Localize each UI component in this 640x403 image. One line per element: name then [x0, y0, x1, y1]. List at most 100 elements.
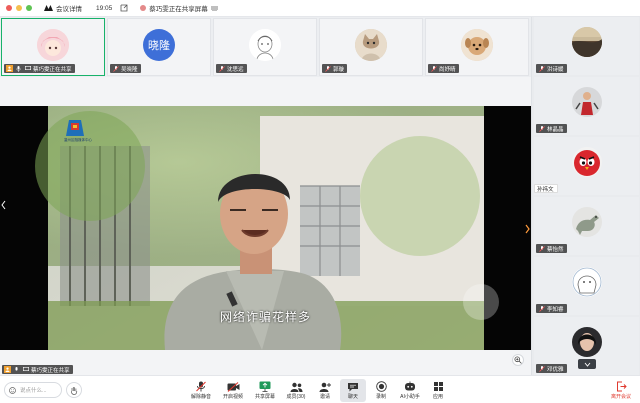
mic-muted-icon	[324, 65, 331, 72]
participant-name-bar: 洪诗媛	[536, 64, 567, 73]
raise-hand-button[interactable]	[66, 382, 82, 398]
meeting-details-label: 会议详情	[56, 6, 82, 13]
invite-button[interactable]: 邀请	[312, 379, 338, 402]
share-screen-button[interactable]: 共享屏幕	[252, 379, 278, 402]
sketch-avatar	[249, 29, 281, 61]
start-video-button[interactable]: 开启视频	[220, 379, 246, 402]
emoji-icon	[9, 386, 16, 394]
minimize-window-button[interactable]	[16, 5, 22, 11]
signal-icon	[210, 6, 218, 11]
participant-tile[interactable]: 尚妤晴	[425, 18, 529, 76]
participant-name-bar: 林晶晶	[536, 124, 567, 133]
apps-button[interactable]: 应用	[425, 379, 451, 402]
cat-avatar	[355, 29, 387, 61]
meeting-toolbar: 说点什么... 解除静音 开启视频 共享屏幕 成员(30) 邀请 聊天 录制 A…	[0, 375, 640, 403]
camera-off-icon	[227, 381, 239, 392]
landscape-avatar	[571, 27, 602, 57]
shared-video[interactable]: 襄州区融媒体中心 网络诈骗花样多	[0, 106, 531, 350]
participant-tile[interactable]: 林晶晶	[534, 77, 639, 135]
host-icon	[6, 65, 13, 72]
collapse-left-arrow[interactable]	[0, 199, 7, 211]
record-button[interactable]: 录制	[368, 379, 394, 402]
dog-avatar	[461, 29, 493, 61]
title-bar: 会议详情 19:05 蔡巧雯正在共享屏幕	[0, 0, 640, 17]
sharer-name: 蔡巧雯正在共享	[31, 367, 70, 374]
share-screen-icon	[259, 381, 271, 392]
participant-tile[interactable]: 李知睿	[534, 257, 639, 315]
participant-name: 林晶晶	[547, 126, 564, 133]
participant-name: 洪诗媛	[547, 66, 564, 73]
figure-avatar	[571, 87, 602, 117]
participant-name-bar: 邓优雅	[536, 364, 567, 373]
tool-label: 聊天	[347, 393, 358, 400]
zoom-in-icon	[514, 356, 522, 364]
members-button[interactable]: 成员(30)	[283, 379, 309, 402]
mic-muted-icon	[538, 365, 545, 372]
participant-panel: ··· 洪诗媛 林晶晶 孙祎文 蔡怡然	[531, 17, 640, 375]
participant-name: 孙祎文	[537, 186, 554, 193]
mic-muted-icon	[538, 245, 545, 252]
ai-assistant-icon	[405, 381, 415, 391]
participant-name-bar: 蔡怡然	[536, 244, 567, 253]
red-bird-avatar	[571, 147, 602, 177]
sharing-indicator[interactable]: 蔡巧雯正在共享屏幕	[140, 3, 218, 13]
zoom-button[interactable]	[512, 354, 524, 366]
host-icon	[4, 366, 11, 373]
external-window-icon[interactable]	[120, 4, 128, 12]
expand-right-arrow[interactable]	[524, 223, 531, 235]
participant-tile[interactable]: 沈思远	[213, 18, 317, 76]
participant-name-bar: 沈思远	[216, 64, 247, 73]
record-icon	[375, 381, 387, 392]
chat-placeholder: 说点什么...	[20, 388, 47, 394]
participant-name: 尚妤晴	[439, 66, 456, 73]
chat-icon	[348, 382, 358, 391]
meeting-time: 19:05	[96, 4, 113, 12]
participant-name-bar: 李知睿	[536, 304, 567, 313]
participant-tile[interactable]: 洪诗媛	[534, 17, 639, 75]
broadcaster-logo-text: 襄州区融媒体中心	[64, 138, 92, 142]
sharing-status-text: 蔡巧雯正在共享屏幕	[149, 6, 208, 13]
invite-icon	[319, 382, 331, 392]
mic-muted-icon	[430, 65, 437, 72]
tool-label: 共享屏幕	[254, 394, 275, 400]
participant-name-bar: 郭璇	[322, 64, 348, 73]
anime-girl-avatar	[37, 29, 69, 61]
portrait-avatar	[571, 327, 602, 357]
participant-name-bar: 蔡巧雯正在共享	[4, 64, 75, 73]
leave-icon	[616, 381, 627, 392]
gallery-strip: 蔡巧雯正在共享 晓隆 吴晓隆 沈思远 郭璇 尚妤晴	[0, 17, 531, 77]
video-subtitle: 网络诈骗花样多	[219, 310, 311, 324]
participant-tile[interactable]: 蔡怡然	[534, 197, 639, 255]
ai-assistant-button[interactable]: AI小助手	[397, 379, 423, 402]
close-window-button[interactable]	[6, 5, 12, 11]
screen-share-icon	[22, 366, 29, 373]
participant-tile[interactable]: 孙祎文	[534, 137, 639, 195]
tool-label: 成员(30)	[286, 393, 306, 400]
tool-label: 应用	[432, 394, 443, 400]
tool-label: AI小助手	[400, 394, 420, 400]
chat-button[interactable]: 聊天	[340, 379, 366, 402]
screen-share-icon	[24, 65, 31, 72]
scroll-down-button[interactable]	[578, 359, 596, 369]
participant-tile[interactable]: 蔡巧雯正在共享	[1, 18, 105, 76]
broadcaster-logo-icon	[66, 120, 84, 136]
unmute-button[interactable]: 解除静音	[188, 379, 214, 402]
participant-tile[interactable]: 郭璇	[319, 18, 423, 76]
participant-name-bar: 吴晓隆	[110, 64, 141, 73]
participant-name: 李知睿	[547, 306, 564, 313]
leave-meeting-button[interactable]: 离开会议	[606, 379, 636, 402]
tool-label: 录制	[375, 394, 386, 400]
mic-muted-icon	[196, 381, 206, 392]
mic-icon	[13, 366, 20, 373]
meeting-details-button[interactable]: 会议详情	[44, 3, 82, 13]
participant-name: 蔡巧雯正在共享	[33, 66, 72, 73]
participant-name: 沈思远	[227, 66, 244, 73]
maximize-window-button[interactable]	[26, 5, 32, 11]
mic-icon	[15, 65, 22, 72]
chevron-down-icon	[584, 362, 590, 367]
participant-tile[interactable]: 晓隆 吴晓隆	[107, 18, 211, 76]
chat-input[interactable]: 说点什么...	[4, 382, 62, 398]
participant-name-bar: 尚妤晴	[428, 64, 459, 73]
participant-name: 蔡怡然	[547, 246, 564, 253]
tool-label: 解除静音	[190, 394, 211, 400]
